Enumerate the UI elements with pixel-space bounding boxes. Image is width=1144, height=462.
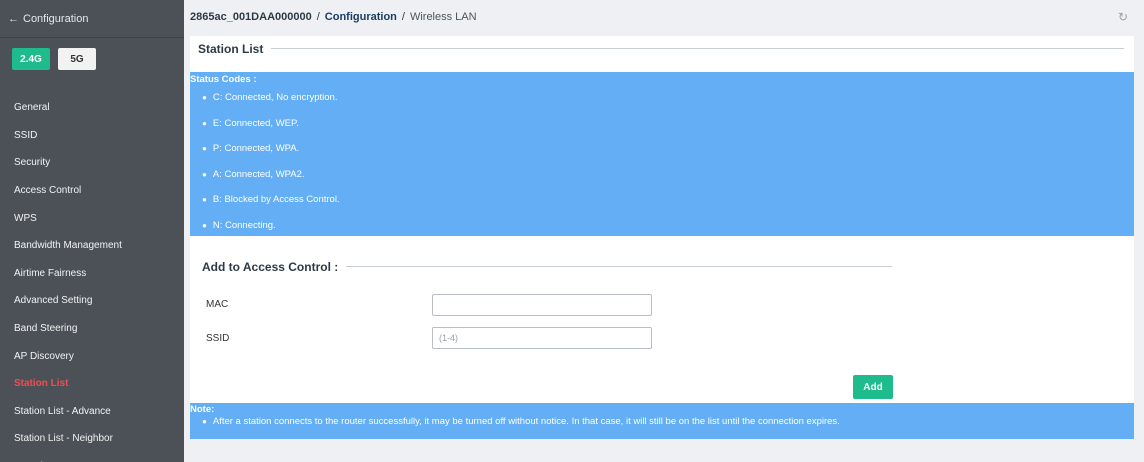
status-code-item: ● E: Connected, WEP.	[202, 111, 382, 137]
band-2-4g-button[interactable]: 2.4G	[12, 48, 50, 70]
note-heading: Note:	[190, 404, 215, 415]
sidebar-item-general[interactable]: General	[0, 94, 184, 122]
sidebar-item-advanced-setting[interactable]: Advanced Setting	[0, 287, 184, 315]
sidebar-item-station-list-neighbor[interactable]: Station List - Neighbor	[0, 425, 184, 453]
mac-input[interactable]	[432, 294, 652, 316]
status-code-item: ● B: Blocked by Access Control.	[202, 187, 382, 213]
breadcrumb-separator: /	[401, 10, 405, 23]
status-code-text: F: Fail to pass WPA/PSK authentication.	[212, 245, 383, 257]
sidebar-item-ap-discovery[interactable]: AP Discovery	[0, 342, 184, 370]
sidebar-item-wps[interactable]: WPS	[0, 204, 184, 232]
sidebar-menu: General SSID Security Access Control WPS…	[0, 94, 184, 462]
breadcrumb-page: Wireless LAN	[409, 10, 477, 23]
status-code-item: ● C: Connected, No encryption.	[202, 85, 382, 111]
breadcrumb: 2865ac_001DAA000000 / Configuration / Wi…	[184, 0, 1144, 33]
arrow-left-icon: ←	[8, 12, 19, 25]
note-text: After a station connects to the router s…	[212, 416, 840, 427]
status-code-text: P: Connected, WPA.	[212, 143, 300, 155]
back-label: Configuration	[23, 12, 89, 25]
status-code-text: C: Connected, No encryption.	[212, 92, 338, 104]
note-box: Note: ● After a station connects to the …	[190, 403, 1134, 439]
station-list-panel: Station List Status Codes : ● C: Connecte…	[190, 36, 1134, 439]
status-code-text: B: Blocked by Access Control.	[212, 194, 340, 206]
sidebar: ← Configuration 2.4G 5G General SSID Sec…	[0, 0, 184, 462]
status-code-text: N: Connecting.	[212, 219, 276, 231]
band-5g-button[interactable]: 5G	[58, 48, 96, 70]
status-codes-heading: Status Codes :	[190, 74, 257, 85]
add-button[interactable]: Add	[853, 375, 893, 399]
sidebar-item-airtime-fairness[interactable]: Airtime Fairness	[0, 260, 184, 288]
band-selector: 2.4G 5G	[0, 38, 184, 94]
note-item: ● After a station connects to the router…	[202, 416, 840, 427]
bullet-icon: ●	[202, 93, 207, 103]
sidebar-item-ssid[interactable]: SSID	[0, 122, 184, 150]
refresh-icon[interactable]: ↻	[1118, 10, 1128, 24]
status-codes-box: Status Codes : ● C: Connected, No encrypt…	[190, 72, 1134, 256]
sidebar-item-bandwidth-management[interactable]: Bandwidth Management	[0, 232, 184, 260]
sidebar-item-roaming[interactable]: Roaming	[0, 453, 184, 462]
sidebar-item-station-list-advance[interactable]: Station List - Advance	[0, 398, 184, 426]
ssid-label: SSID	[206, 333, 230, 344]
bullet-icon: ●	[202, 417, 207, 426]
sidebar-item-access-control[interactable]: Access Control	[0, 177, 184, 205]
breadcrumb-device[interactable]: 2865ac_001DAA000000	[190, 11, 312, 23]
sidebar-item-station-list[interactable]: Station List	[0, 370, 184, 398]
title-divider	[198, 48, 1124, 49]
status-code-text: A: Connected, WPA2.	[212, 168, 305, 180]
bullet-icon: ●	[202, 144, 207, 154]
bullet-icon: ●	[202, 195, 207, 205]
breadcrumb-configuration[interactable]: Configuration	[325, 11, 397, 23]
status-code-item: ● N: Connecting.	[202, 213, 382, 239]
sidebar-item-security[interactable]: Security	[0, 149, 184, 177]
bullet-icon: ●	[202, 118, 207, 128]
back-to-configuration[interactable]: ← Configuration	[0, 0, 184, 38]
breadcrumb-separator: /	[316, 10, 320, 23]
page-title: Station List	[198, 42, 272, 56]
bullet-icon: ●	[202, 246, 207, 256]
sidebar-item-band-steering[interactable]: Band Steering	[0, 315, 184, 343]
status-code-item: ● P: Connected, WPA.	[202, 136, 382, 162]
mac-label: MAC	[206, 299, 229, 310]
status-code-text: E: Connected, WEP.	[212, 117, 299, 129]
ssid-input[interactable]	[432, 327, 652, 349]
add-to-access-control-heading: Add to Access Control :	[202, 260, 347, 274]
bullet-icon: ●	[202, 220, 207, 230]
status-code-item: ● A: Connected, WPA2.	[202, 162, 382, 188]
status-codes-list: ● C: Connected, No encryption. ● E: Connec…	[202, 85, 382, 264]
bullet-icon: ●	[202, 169, 207, 179]
